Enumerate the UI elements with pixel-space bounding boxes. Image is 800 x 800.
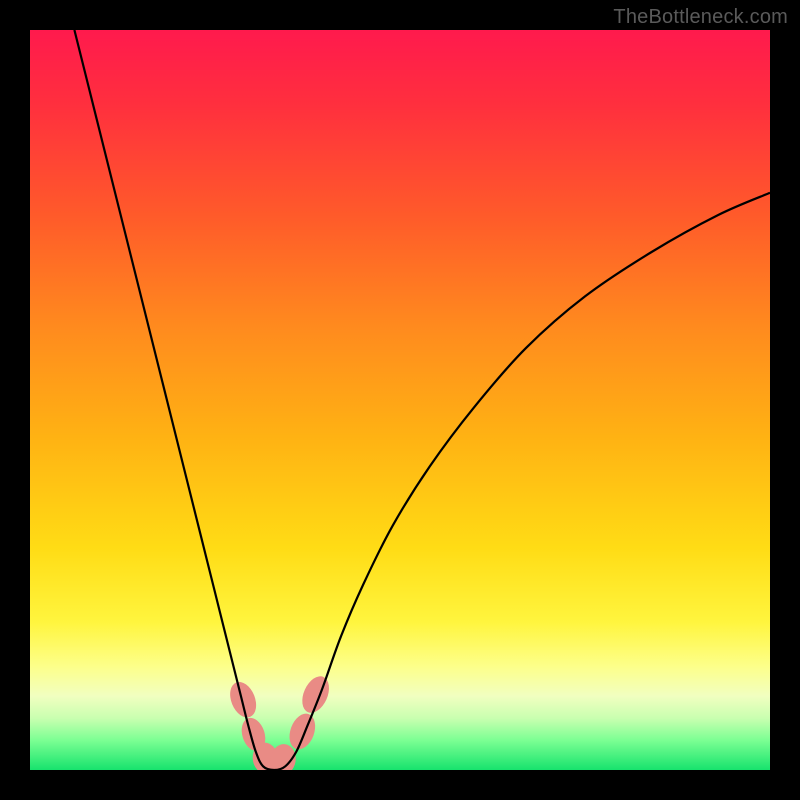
bottleneck-curve	[74, 30, 770, 770]
outer-frame: TheBottleneck.com	[0, 0, 800, 800]
watermark-text: TheBottleneck.com	[613, 6, 788, 29]
curve-layer	[30, 30, 770, 770]
marker-blobs	[225, 672, 334, 770]
marker-blob	[225, 678, 261, 721]
marker-blob	[297, 672, 334, 717]
plot-area	[30, 30, 770, 770]
